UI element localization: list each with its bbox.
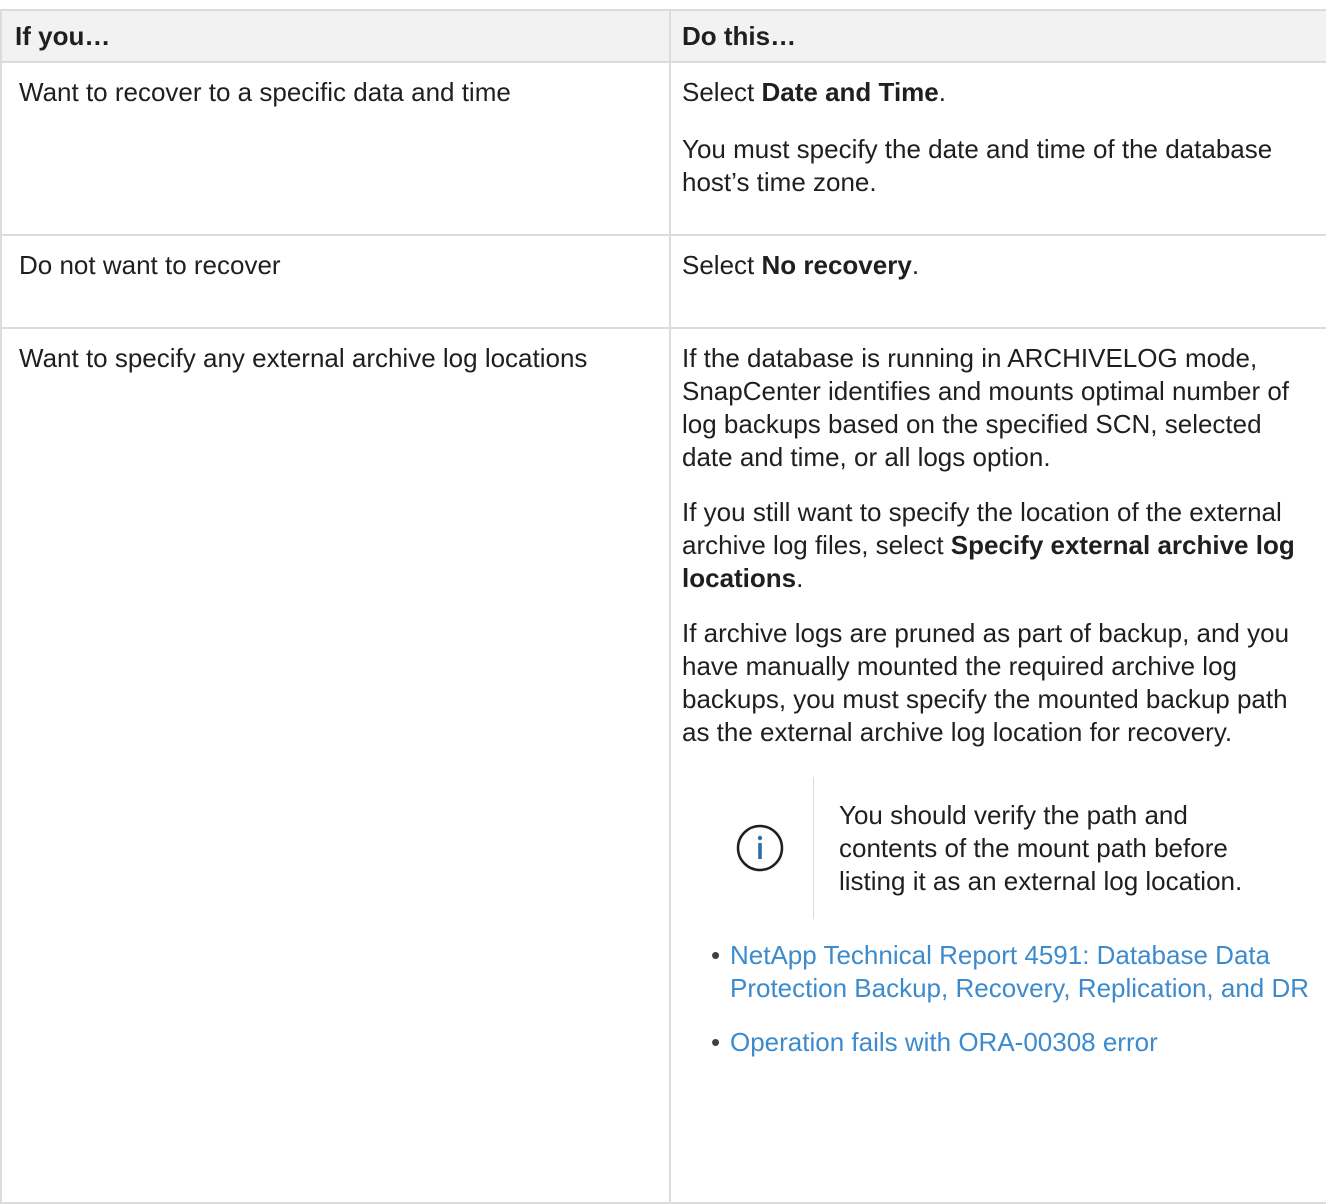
list-item: NetApp Technical Report 4591: Database D… bbox=[711, 939, 1316, 1005]
action-paragraph: If archive logs are pruned as part of ba… bbox=[682, 618, 1290, 747]
link-netapp-technical-report-4591[interactable]: NetApp Technical Report 4591: Database D… bbox=[730, 940, 1309, 1003]
table-row: Want to specify any external archive log… bbox=[0, 327, 1326, 1204]
condition-cell: Want to specify any external archive log… bbox=[0, 327, 671, 1204]
action-paragraph: If the database is running in ARCHIVELOG… bbox=[682, 343, 1290, 472]
table-header-row: If you… Do this… bbox=[0, 9, 1326, 63]
recovery-options-table: If you… Do this… Want to recover to a sp… bbox=[0, 9, 1326, 1204]
note-divider bbox=[813, 777, 814, 919]
option-no-recovery: No recovery bbox=[761, 250, 912, 280]
related-links-list: NetApp Technical Report 4591: Database D… bbox=[682, 939, 1316, 1059]
note-callout: You should verify the path and contents … bbox=[706, 777, 1316, 919]
table-row: Do not want to recover Select No recover… bbox=[0, 234, 1326, 329]
list-item: Operation fails with ORA-00308 error bbox=[711, 1026, 1316, 1059]
action-paragraph: You must specify the date and time of th… bbox=[682, 134, 1273, 197]
header-do-this: Do this… bbox=[669, 9, 1326, 63]
action-cell: If the database is running in ARCHIVELOG… bbox=[669, 327, 1326, 1204]
action-paragraph: If you still want to specify the locatio… bbox=[682, 497, 1295, 593]
note-text: You should verify the path and contents … bbox=[839, 799, 1243, 896]
action-paragraph: Select No recovery. bbox=[682, 250, 920, 280]
action-paragraph: Select Date and Time. bbox=[682, 77, 946, 107]
condition-cell: Want to recover to a specific data and t… bbox=[0, 61, 671, 236]
link-ora-00308-error[interactable]: Operation fails with ORA-00308 error bbox=[730, 1027, 1158, 1057]
table-row: Want to recover to a specific data and t… bbox=[0, 61, 1326, 236]
action-cell: Select Date and Time. You must specify t… bbox=[669, 61, 1326, 236]
header-if-you: If you… bbox=[0, 9, 671, 63]
info-circle-icon bbox=[721, 822, 799, 874]
option-date-and-time: Date and Time bbox=[761, 77, 939, 107]
condition-cell: Do not want to recover bbox=[0, 234, 671, 329]
action-cell: Select No recovery. bbox=[669, 234, 1326, 329]
